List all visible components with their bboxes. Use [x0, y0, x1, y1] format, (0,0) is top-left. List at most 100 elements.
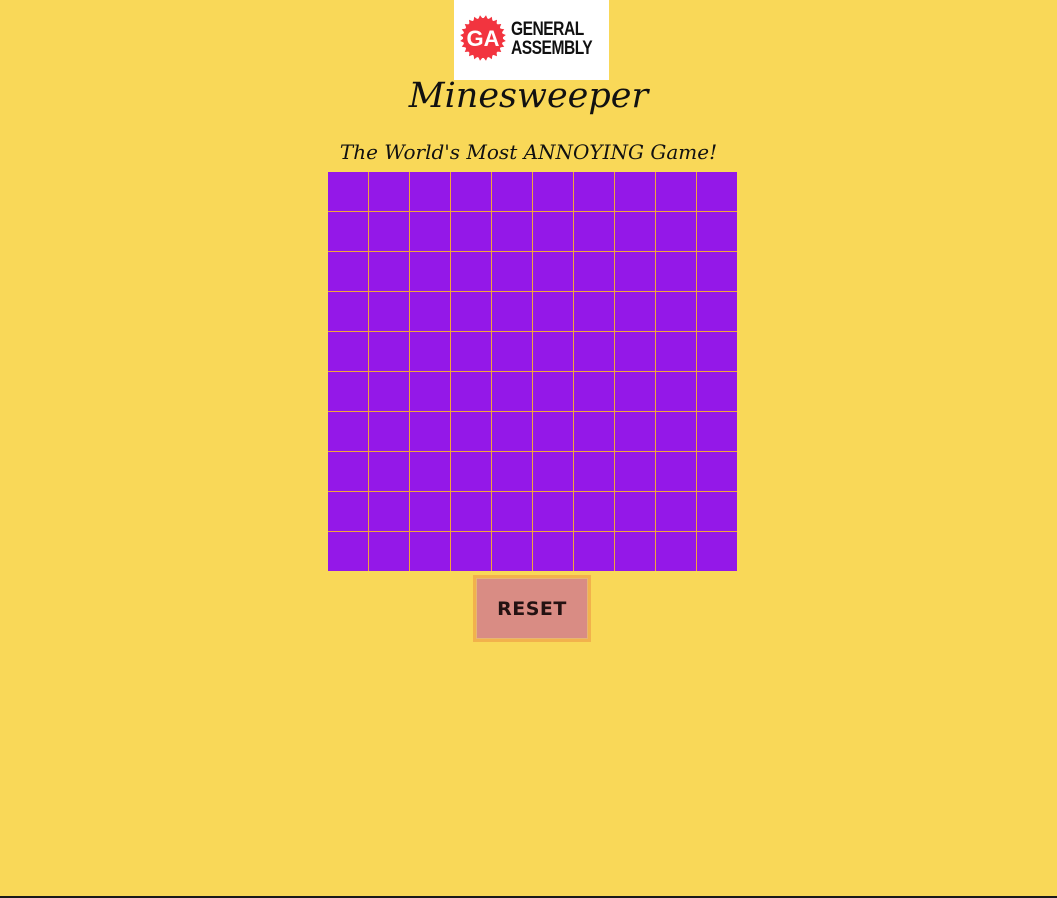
board-cell[interactable] — [533, 412, 573, 451]
board-cell[interactable] — [369, 452, 409, 491]
board-cell[interactable] — [574, 532, 614, 571]
board-cell[interactable] — [410, 412, 450, 451]
board-cell[interactable] — [410, 532, 450, 571]
board-cell[interactable] — [492, 172, 532, 211]
board-cell[interactable] — [615, 292, 655, 331]
board-cell[interactable] — [410, 332, 450, 371]
board-cell[interactable] — [492, 252, 532, 291]
board-cell[interactable] — [410, 252, 450, 291]
board-cell[interactable] — [697, 372, 737, 411]
board-cell[interactable] — [533, 212, 573, 251]
board-cell[interactable] — [574, 452, 614, 491]
board-cell[interactable] — [656, 292, 696, 331]
board-cell[interactable] — [451, 172, 491, 211]
board-cell[interactable] — [697, 532, 737, 571]
board-cell[interactable] — [451, 372, 491, 411]
board-cell[interactable] — [451, 252, 491, 291]
board-cell[interactable] — [574, 372, 614, 411]
board-cell[interactable] — [533, 452, 573, 491]
board-cell[interactable] — [369, 412, 409, 451]
board-cell[interactable] — [574, 332, 614, 371]
board-cell[interactable] — [451, 212, 491, 251]
board-cell[interactable] — [697, 332, 737, 371]
board-cell[interactable] — [533, 292, 573, 331]
board-cell[interactable] — [451, 412, 491, 451]
board-cell[interactable] — [410, 492, 450, 531]
board-cell[interactable] — [697, 452, 737, 491]
board-cell[interactable] — [615, 452, 655, 491]
board-cell[interactable] — [328, 332, 368, 371]
board-cell[interactable] — [533, 252, 573, 291]
board-cell[interactable] — [410, 172, 450, 211]
board-cell[interactable] — [492, 332, 532, 371]
board-cell[interactable] — [328, 252, 368, 291]
board-cell[interactable] — [451, 492, 491, 531]
board-cell[interactable] — [369, 252, 409, 291]
board-cell[interactable] — [533, 372, 573, 411]
board-cell[interactable] — [328, 492, 368, 531]
board-cell[interactable] — [615, 172, 655, 211]
board-cell[interactable] — [492, 532, 532, 571]
board-cell[interactable] — [328, 532, 368, 571]
board-cell[interactable] — [369, 292, 409, 331]
board-cell[interactable] — [574, 252, 614, 291]
board-cell[interactable] — [615, 212, 655, 251]
board-cell[interactable] — [369, 532, 409, 571]
board-cell[interactable] — [451, 332, 491, 371]
board-cell[interactable] — [533, 492, 573, 531]
board-cell[interactable] — [656, 172, 696, 211]
board-cell[interactable] — [410, 292, 450, 331]
board-cell[interactable] — [492, 452, 532, 491]
board-cell[interactable] — [656, 252, 696, 291]
board-cell[interactable] — [574, 412, 614, 451]
board-cell[interactable] — [574, 172, 614, 211]
board-cell[interactable] — [656, 372, 696, 411]
board-cell[interactable] — [410, 212, 450, 251]
board-cell[interactable] — [451, 532, 491, 571]
board-cell[interactable] — [574, 212, 614, 251]
board-cell[interactable] — [656, 332, 696, 371]
board-cell[interactable] — [697, 212, 737, 251]
board-cell[interactable] — [492, 412, 532, 451]
board-cell[interactable] — [328, 372, 368, 411]
board-cell[interactable] — [492, 492, 532, 531]
board-cell[interactable] — [451, 452, 491, 491]
board-cell[interactable] — [574, 492, 614, 531]
board-cell[interactable] — [369, 172, 409, 211]
board-cell[interactable] — [328, 172, 368, 211]
board-cell[interactable] — [369, 372, 409, 411]
board-cell[interactable] — [656, 412, 696, 451]
board-cell[interactable] — [615, 532, 655, 571]
board-cell[interactable] — [492, 292, 532, 331]
board-cell[interactable] — [697, 412, 737, 451]
board-cell[interactable] — [533, 332, 573, 371]
board-cell[interactable] — [615, 332, 655, 371]
board-cell[interactable] — [328, 292, 368, 331]
board-cell[interactable] — [615, 492, 655, 531]
board-cell[interactable] — [492, 212, 532, 251]
board-cell[interactable] — [697, 492, 737, 531]
board-cell[interactable] — [328, 412, 368, 451]
board-cell[interactable] — [697, 292, 737, 331]
board-cell[interactable] — [615, 372, 655, 411]
board-cell[interactable] — [369, 492, 409, 531]
board-cell[interactable] — [410, 372, 450, 411]
board-cell[interactable] — [492, 372, 532, 411]
board-cell[interactable] — [328, 212, 368, 251]
board-cell[interactable] — [410, 452, 450, 491]
board-cell[interactable] — [369, 332, 409, 371]
reset-button[interactable]: RESET — [476, 578, 588, 639]
board-cell[interactable] — [656, 532, 696, 571]
board-cell[interactable] — [697, 252, 737, 291]
board-cell[interactable] — [615, 412, 655, 451]
board-cell[interactable] — [574, 292, 614, 331]
board-cell[interactable] — [328, 452, 368, 491]
board-cell[interactable] — [533, 532, 573, 571]
board-cell[interactable] — [533, 172, 573, 211]
board-cell[interactable] — [697, 172, 737, 211]
board-cell[interactable] — [615, 252, 655, 291]
board-cell[interactable] — [369, 212, 409, 251]
board-cell[interactable] — [656, 452, 696, 491]
board-cell[interactable] — [656, 212, 696, 251]
board-cell[interactable] — [656, 492, 696, 531]
